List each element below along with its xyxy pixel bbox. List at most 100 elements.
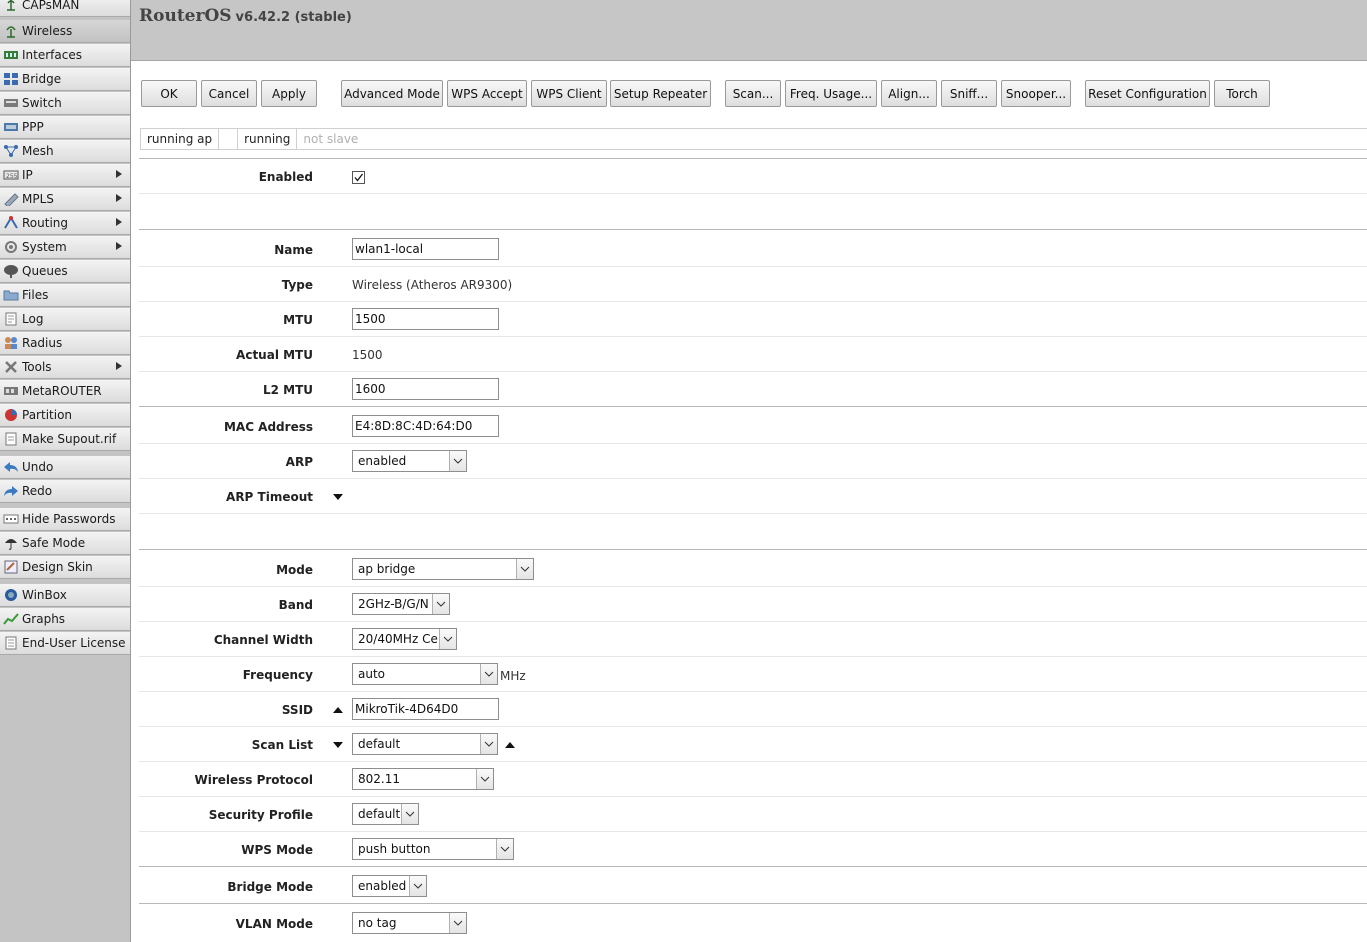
band-select[interactable]: 2GHz-B/G/N — [352, 593, 450, 615]
sidebar-item-undo[interactable]: Undo — [0, 456, 130, 479]
sidebar-item-safe-mode[interactable]: Safe Mode — [0, 532, 130, 555]
chevron-down-icon — [409, 876, 426, 896]
mac-address-input[interactable] — [352, 415, 499, 437]
sidebar-item-redo[interactable]: Redo — [0, 480, 130, 503]
type-label: Type — [281, 278, 313, 292]
reset-configuration-button[interactable]: Reset Configuration — [1085, 80, 1210, 107]
security-profile-select[interactable]: default — [352, 803, 419, 825]
sidebar-item-queues[interactable]: Queues — [0, 260, 130, 283]
mtu-label: MTU — [283, 313, 313, 327]
sidebar-item-bridge[interactable]: Bridge — [0, 68, 130, 91]
sidebar-item-label: Mesh — [22, 144, 54, 158]
sidebar-item-end-user-license[interactable]: End-User License — [0, 632, 130, 655]
sidebar-item-mesh[interactable]: Mesh — [0, 140, 130, 163]
scan-list-select[interactable]: default — [352, 733, 498, 755]
align-button[interactable]: Align... — [881, 80, 937, 107]
sidebar-item-interfaces[interactable]: Interfaces — [0, 44, 130, 67]
channel-width-select[interactable]: 20/40MHz Ce — [352, 628, 457, 650]
expand-arp-timeout-icon[interactable] — [333, 494, 343, 500]
vlan-mode-select[interactable]: no tag — [352, 912, 467, 934]
wireless-protocol-label: Wireless Protocol — [194, 773, 313, 787]
bridge-mode-label: Bridge Mode — [227, 880, 313, 894]
ssid-input[interactable] — [352, 698, 499, 720]
chevron-down-icon — [480, 664, 497, 684]
torch-button[interactable]: Torch — [1214, 80, 1270, 107]
wps-accept-button[interactable]: WPS Accept — [447, 80, 527, 107]
queues-icon — [3, 264, 19, 278]
enabled-checkbox[interactable] — [352, 171, 365, 184]
collapse-ssid-icon[interactable] — [333, 707, 343, 713]
separator — [139, 691, 1367, 692]
sidebar-item-make-supout[interactable]: Make Supout.rif — [0, 428, 130, 451]
separator — [139, 478, 1367, 479]
bridge-mode-select[interactable]: enabled — [352, 875, 427, 897]
separator — [139, 158, 1367, 159]
sidebar-item-ip[interactable]: 255 IP — [0, 164, 130, 187]
scan-button[interactable]: Scan... — [725, 80, 781, 107]
name-input[interactable] — [352, 238, 499, 260]
type-value: Wireless (Atheros AR9300) — [352, 278, 513, 292]
sidebar-item-log[interactable]: Log — [0, 308, 130, 331]
sidebar-item-design-skin[interactable]: Design Skin — [0, 556, 130, 579]
sidebar-item-metarouter[interactable]: MetaROUTER — [0, 380, 130, 403]
sidebar-item-wireless[interactable]: Wireless — [0, 20, 130, 43]
sidebar-item-label: Hide Passwords — [22, 512, 116, 526]
sidebar-item-partition[interactable]: Partition — [0, 404, 130, 427]
sidebar-item-graphs[interactable]: Graphs — [0, 608, 130, 631]
freq-usage-button[interactable]: Freq. Usage... — [785, 80, 877, 107]
scan-list-label: Scan List — [251, 738, 313, 752]
wps-mode-select[interactable]: push button — [352, 838, 514, 860]
submenu-arrow-icon — [116, 362, 122, 370]
advanced-mode-button[interactable]: Advanced Mode — [341, 80, 443, 107]
security-profile-select-value: default — [358, 807, 401, 821]
partition-icon — [3, 408, 19, 422]
wps-client-button[interactable]: WPS Client — [531, 80, 607, 107]
mac-address-label: MAC Address — [223, 420, 313, 434]
mode-select[interactable]: ap bridge — [352, 558, 534, 580]
interface-form: Enabled Name Type Wireless (Atheros AR93… — [139, 151, 1367, 942]
frequency-select[interactable]: auto — [352, 663, 498, 685]
sidebar-item-hide-passwords[interactable]: Hide Passwords — [0, 508, 130, 531]
apply-button[interactable]: Apply — [261, 80, 317, 107]
separator — [139, 443, 1367, 444]
sidebar-item-capsman[interactable]: CAPsMAN — [0, 0, 130, 17]
separator — [139, 903, 1367, 904]
sidebar-item-switch[interactable]: Switch — [0, 92, 130, 115]
remove-scan-list-icon[interactable] — [505, 742, 515, 748]
sidebar-item-tools[interactable]: Tools — [0, 356, 130, 379]
wireless-protocol-select-value: 802.11 — [358, 772, 400, 786]
expand-scan-list-icon[interactable] — [333, 742, 343, 748]
sidebar-item-mpls[interactable]: MPLS — [0, 188, 130, 211]
capsman-icon — [3, 0, 19, 12]
arp-select[interactable]: enabled — [352, 450, 467, 472]
snooper-button[interactable]: Snooper... — [1001, 80, 1071, 107]
sidebar-item-winbox[interactable]: WinBox — [0, 584, 130, 607]
sidebar-item-label: Undo — [22, 460, 54, 474]
app-title: RouterOS v6.42.2 (stable) — [139, 6, 352, 26]
status-running-ap: running ap — [141, 129, 220, 149]
chevron-down-icon — [449, 451, 466, 471]
cancel-button[interactable]: Cancel — [201, 80, 257, 107]
wps-mode-label: WPS Mode — [241, 843, 313, 857]
sidebar-item-label: MPLS — [22, 192, 54, 206]
sidebar-item-ppp[interactable]: PPP — [0, 116, 130, 139]
sidebar-item-radius[interactable]: Radius — [0, 332, 130, 355]
status-running: running — [238, 129, 298, 149]
separator — [139, 621, 1367, 622]
frequency-label: Frequency — [242, 668, 313, 682]
sidebar-item-label: Graphs — [22, 612, 66, 626]
sniff-button[interactable]: Sniff... — [941, 80, 997, 107]
setup-repeater-button[interactable]: Setup Repeater — [610, 80, 711, 107]
sidebar-item-system[interactable]: System — [0, 236, 130, 259]
sidebar-item-files[interactable]: Files — [0, 284, 130, 307]
sidebar-item-label: Make Supout.rif — [22, 432, 117, 446]
arp-timeout-label: ARP Timeout — [226, 490, 313, 504]
mtu-input[interactable] — [352, 308, 499, 330]
ok-button[interactable]: OK — [141, 80, 197, 107]
log-icon — [3, 312, 19, 326]
l2-mtu-input[interactable] — [352, 378, 499, 400]
sidebar-item-routing[interactable]: Routing — [0, 212, 130, 235]
ip-icon: 255 — [3, 168, 19, 182]
submenu-arrow-icon — [116, 242, 122, 250]
wireless-protocol-select[interactable]: 802.11 — [352, 768, 494, 790]
